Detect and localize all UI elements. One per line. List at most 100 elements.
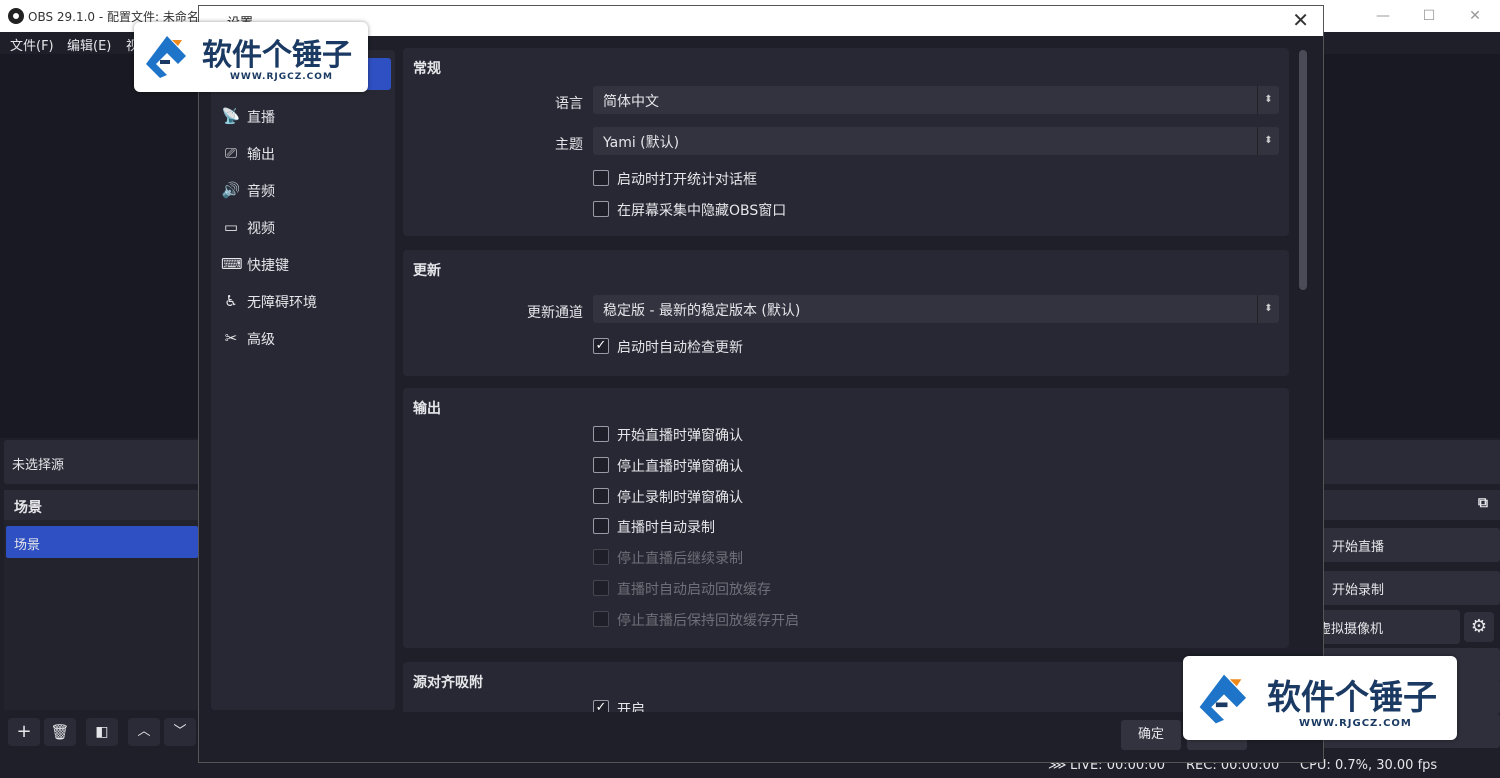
- watermark-top: 软件个锤子 WWW.RJGCZ.COM: [134, 22, 368, 92]
- remove-scene-button[interactable]: 🗑: [44, 718, 76, 746]
- move-down-button[interactable]: ﹀: [164, 718, 196, 746]
- settings-content[interactable]: 常规 语言 简体中文 ⬍ 主题 Yami (默认) ⬍ 启动时打开统计对话框 在…: [403, 46, 1295, 712]
- nav-item-hotkeys[interactable]: ⌨ 快捷键: [221, 250, 391, 278]
- virtual-camera-button[interactable]: 虚拟摄像机: [1318, 610, 1460, 644]
- snapping-enable-checkbox[interactable]: ✓ 开启: [593, 699, 1193, 712]
- nav-item-label: 输出: [247, 147, 275, 163]
- minimize-icon[interactable]: —: [1360, 4, 1406, 28]
- update-channel-select[interactable]: 稳定版 - 最新的稳定版本 (默认) ⬍: [593, 295, 1279, 323]
- checkbox-label: 启动时自动检查更新: [617, 340, 743, 356]
- gear-icon[interactable]: ⚙: [1464, 612, 1494, 642]
- checkbox-label: 直播时自动录制: [617, 520, 715, 536]
- checkbox-box: [593, 580, 609, 596]
- controls-dock-header: ⧉: [1322, 490, 1500, 520]
- spin-arrows-icon: ⬍: [1257, 295, 1279, 323]
- nav-item-stream[interactable]: 📡 直播: [221, 102, 391, 130]
- confirm-stop-stream-checkbox[interactable]: 停止直播时弹窗确认: [593, 456, 1193, 476]
- watermark-sub-text: WWW.RJGCZ.COM: [1299, 718, 1412, 729]
- settings-dialog: 设置 ✕ 📡 直播 ⎚ 输出 🔊 音频 ▭ 视频 ⌨ 快捷键 ♿ 无障碍环境: [198, 5, 1324, 763]
- checkbox-box: [593, 549, 609, 565]
- scene-item[interactable]: 场景: [6, 526, 198, 558]
- checkbox-label: 启动时打开统计对话框: [617, 172, 757, 188]
- scene-filters-button[interactable]: ◧: [86, 718, 118, 746]
- general-group: 常规 语言 简体中文 ⬍ 主题 Yami (默认) ⬍ 启动时打开统计对话框 在…: [403, 48, 1289, 236]
- language-label: 语言: [555, 96, 583, 112]
- antenna-icon: 📡: [221, 107, 241, 125]
- start-streaming-label: 开始直播: [1332, 540, 1385, 555]
- ok-button[interactable]: 确定: [1121, 720, 1181, 750]
- checkbox-box: [593, 611, 609, 627]
- monitor-icon: ▭: [223, 218, 239, 236]
- checkbox-label: 开启: [617, 702, 645, 712]
- start-recording-button[interactable]: 开始录制: [1322, 571, 1500, 605]
- open-stats-checkbox[interactable]: 启动时打开统计对话框: [593, 169, 1193, 189]
- wrench-icon: ✂: [224, 329, 238, 347]
- updates-group: 更新 更新通道 稳定版 - 最新的稳定版本 (默认) ⬍ ✓ 启动时自动检查更新: [403, 250, 1289, 376]
- source-toolbar: 未选择源: [4, 440, 200, 484]
- settings-nav: 📡 直播 ⎚ 输出 🔊 音频 ▭ 视频 ⌨ 快捷键 ♿ 无障碍环境 ✂ 高级: [211, 50, 395, 710]
- scene-list: 场景: [4, 520, 200, 710]
- checkbox-box[interactable]: [593, 426, 609, 442]
- theme-value: Yami (默认): [603, 135, 680, 151]
- language-select[interactable]: 简体中文 ⬍: [593, 86, 1279, 114]
- checkmark-icon[interactable]: ✓: [593, 700, 609, 712]
- scenes-dock-header: 场景: [4, 490, 200, 520]
- snapping-group: 源对齐吸附 ✓ 开启: [403, 662, 1289, 712]
- checkbox-label: 停止直播后继续录制: [617, 551, 743, 567]
- speaker-icon: 🔊: [221, 181, 241, 199]
- nav-item-label: 快捷键: [247, 258, 289, 274]
- nav-item-advanced[interactable]: ✂ 高级: [221, 324, 391, 352]
- checkbox-box[interactable]: [593, 488, 609, 504]
- auto-check-updates-checkbox[interactable]: ✓ 启动时自动检查更新: [593, 337, 1193, 357]
- menu-edit[interactable]: 编辑(E): [67, 35, 111, 54]
- settings-scrollbar[interactable]: [1297, 46, 1309, 712]
- confirm-start-stream-checkbox[interactable]: 开始直播时弹窗确认: [593, 425, 1193, 445]
- nav-item-accessibility[interactable]: ♿ 无障碍环境: [221, 287, 391, 315]
- checkbox-box[interactable]: [593, 201, 609, 217]
- obs-logo-icon: [8, 8, 24, 24]
- checkbox-box[interactable]: [593, 170, 609, 186]
- checkbox-box[interactable]: [593, 457, 609, 473]
- confirm-stop-record-checkbox[interactable]: 停止录制时弹窗确认: [593, 487, 1193, 507]
- checkbox-label: 停止直播后保持回放缓存开启: [617, 613, 799, 629]
- add-scene-button[interactable]: +: [8, 718, 40, 746]
- undock-icon[interactable]: ⧉: [1478, 495, 1488, 511]
- checkbox-box[interactable]: [593, 518, 609, 534]
- move-up-button[interactable]: ︿: [128, 718, 160, 746]
- start-recording-label: 开始录制: [1332, 583, 1385, 598]
- start-streaming-button[interactable]: 开始直播: [1322, 528, 1500, 562]
- source-toolbar-right: [1322, 440, 1500, 484]
- checkbox-label: 直播时自动启动回放缓存: [617, 582, 771, 598]
- output-group: 输出 开始直播时弹窗确认 停止直播时弹窗确认 停止录制时弹窗确认 直播时自动录制…: [403, 388, 1289, 648]
- output-icon: ⎚: [224, 144, 237, 162]
- nav-item-output[interactable]: ⎚ 输出: [221, 139, 391, 167]
- source-status: 未选择源: [12, 458, 65, 473]
- checkbox-label: 在屏幕采集中隐藏OBS窗口: [617, 203, 787, 219]
- watermark-logo-icon: [146, 36, 186, 78]
- nav-item-audio[interactable]: 🔊 音频: [221, 176, 391, 204]
- theme-select[interactable]: Yami (默认) ⬍: [593, 127, 1279, 155]
- nav-item-video[interactable]: ▭ 视频: [221, 213, 391, 241]
- checkmark-icon[interactable]: ✓: [593, 338, 609, 354]
- updates-group-title: 更新: [413, 263, 441, 279]
- spin-arrows-icon: ⬍: [1257, 127, 1279, 155]
- nav-item-label: 直播: [247, 110, 275, 126]
- maximize-icon[interactable]: ☐: [1406, 4, 1452, 28]
- auto-record-checkbox[interactable]: 直播时自动录制: [593, 517, 1193, 537]
- watermark-sub-text: WWW.RJGCZ.COM: [230, 72, 333, 82]
- keep-replay-buffer-checkbox: 停止直播后保持回放缓存开启: [593, 610, 1193, 630]
- hide-obs-checkbox[interactable]: 在屏幕采集中隐藏OBS窗口: [593, 200, 1193, 220]
- auto-replay-buffer-checkbox: 直播时自动启动回放缓存: [593, 579, 1193, 599]
- close-icon[interactable]: ✕: [1452, 4, 1498, 28]
- dialog-close-icon[interactable]: ✕: [1292, 8, 1309, 32]
- keep-recording-checkbox: 停止直播后继续录制: [593, 548, 1193, 568]
- spin-arrows-icon: ⬍: [1257, 86, 1279, 114]
- snapping-group-title: 源对齐吸附: [413, 675, 483, 691]
- scene-item-label: 场景: [14, 538, 41, 553]
- watermark-bottom: 软件个锤子 WWW.RJGCZ.COM: [1183, 656, 1457, 740]
- watermark-main-text: 软件个锤子: [202, 38, 352, 73]
- scenes-dock-title: 场景: [14, 500, 42, 516]
- scrollbar-thumb[interactable]: [1299, 50, 1307, 290]
- menu-file[interactable]: 文件(F): [10, 35, 54, 54]
- language-value: 简体中文: [603, 94, 659, 110]
